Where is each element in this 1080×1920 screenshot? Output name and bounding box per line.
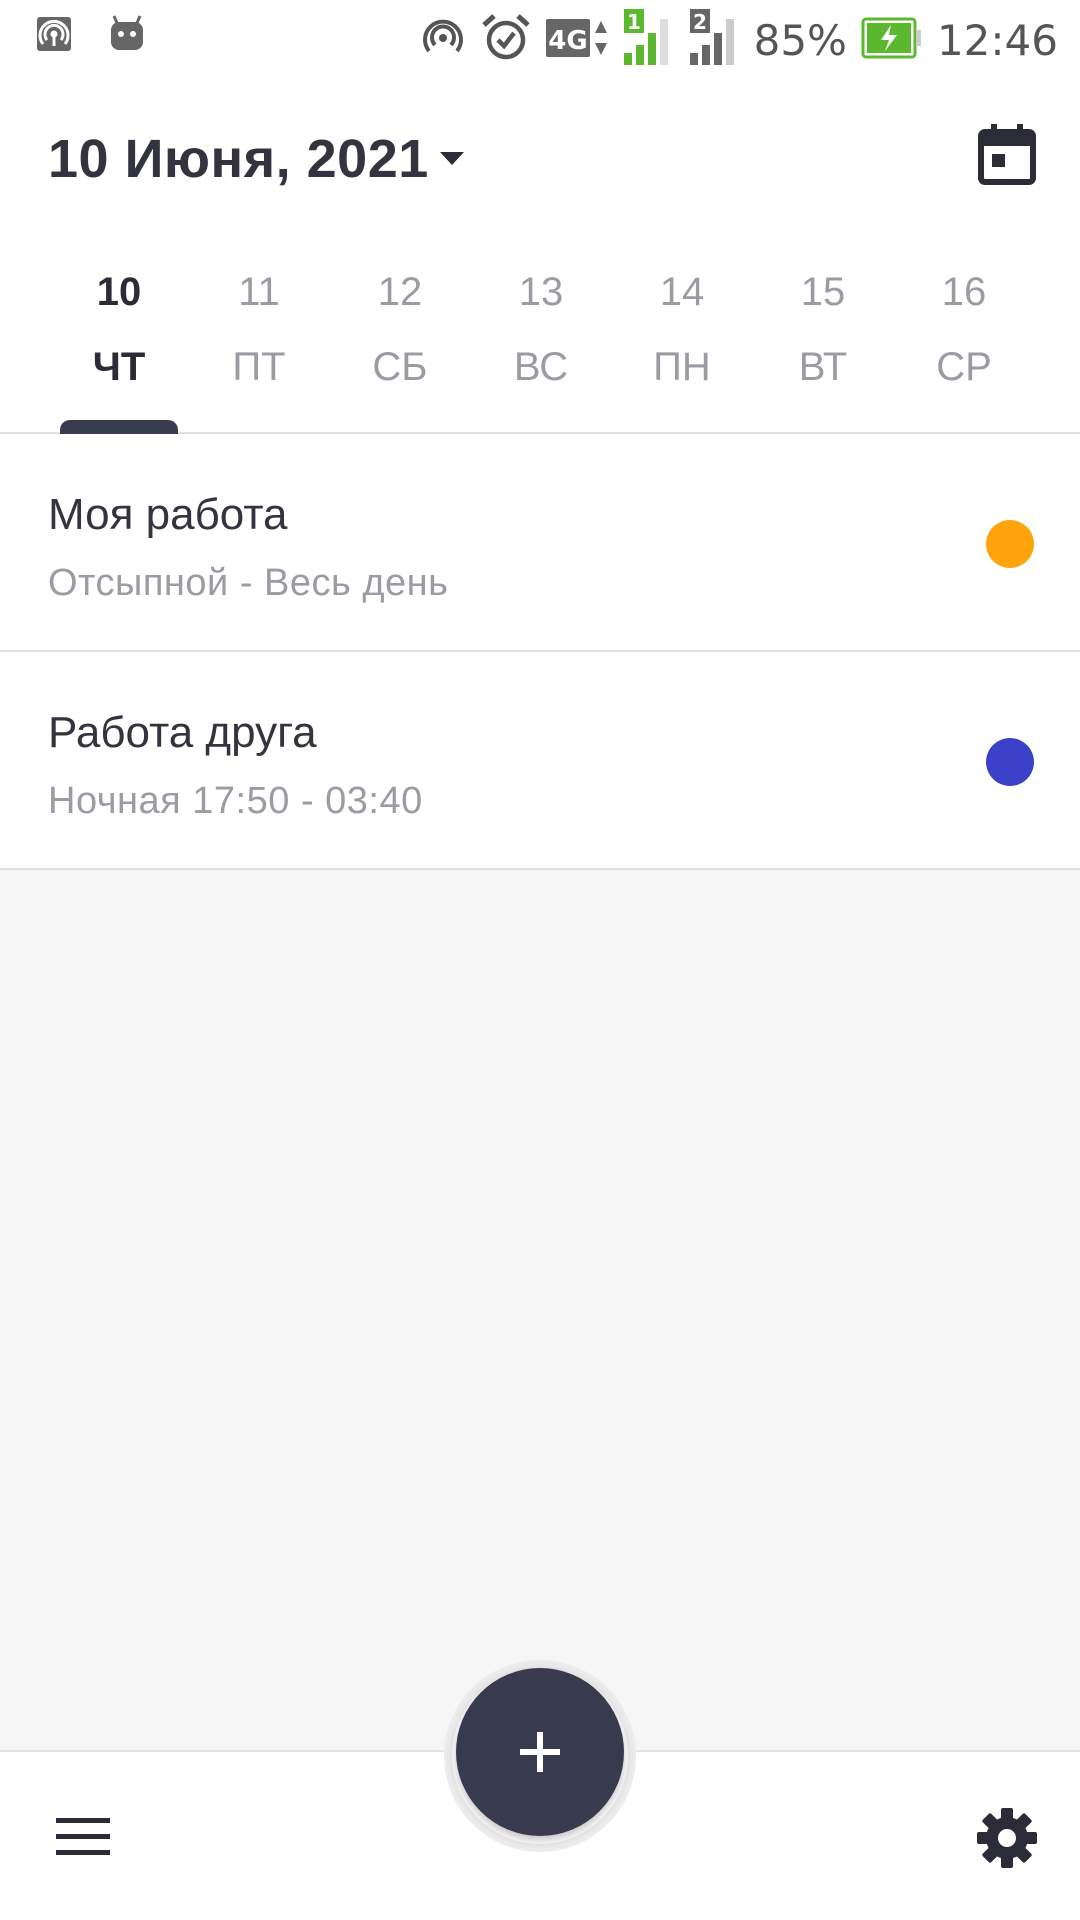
status-bar: 4G 1 2 85% 12:46 bbox=[0, 0, 1080, 80]
day-number: 15 bbox=[800, 270, 846, 314]
day-number: 10 bbox=[96, 270, 142, 314]
hamburger-menu-icon[interactable] bbox=[54, 1814, 112, 1860]
day-tab-12[interactable]: 12 СБ bbox=[340, 256, 460, 434]
svg-text:2: 2 bbox=[693, 10, 707, 34]
clock: 12:46 bbox=[936, 15, 1058, 65]
caret-down-icon[interactable] bbox=[440, 152, 464, 165]
day-tab-16[interactable]: 16 СР bbox=[904, 256, 1024, 434]
item-subtitle: Отсыпной - Весь день bbox=[48, 562, 449, 604]
list-item[interactable]: Моя работа Отсыпной - Весь день bbox=[0, 434, 1080, 652]
color-dot bbox=[986, 520, 1034, 568]
schedule-list: Моя работа Отсыпной - Весь день Работа д… bbox=[0, 434, 1080, 870]
day-weekday: ПТ bbox=[232, 345, 286, 389]
day-weekday: СР bbox=[936, 345, 992, 389]
battery-percent: 85% bbox=[753, 15, 847, 65]
day-number: 11 bbox=[238, 270, 280, 314]
battery-charging-icon bbox=[861, 17, 923, 64]
add-button[interactable] bbox=[456, 1668, 624, 1836]
4g-icon: 4G bbox=[545, 15, 608, 66]
gear-icon[interactable] bbox=[975, 1806, 1039, 1870]
day-tab-13[interactable]: 13 ВС bbox=[481, 256, 601, 434]
signal-sim1-icon: 1 bbox=[622, 8, 674, 72]
date-title[interactable]: 10 Июня, 2021 bbox=[48, 128, 429, 190]
svg-text:4G: 4G bbox=[548, 26, 587, 56]
day-number: 13 bbox=[518, 270, 564, 314]
android-icon bbox=[108, 14, 146, 59]
calendar-icon[interactable] bbox=[978, 122, 1036, 186]
day-tab-10[interactable]: 10 ЧТ bbox=[59, 256, 179, 434]
signal-sim2-icon: 2 bbox=[688, 8, 740, 72]
day-weekday: ЧТ bbox=[92, 345, 146, 389]
wireless-icon bbox=[420, 15, 466, 66]
day-number: 12 bbox=[377, 270, 423, 314]
day-weekday: ВС bbox=[513, 345, 569, 389]
day-weekday: ВТ bbox=[798, 345, 848, 389]
svg-text:1: 1 bbox=[627, 10, 641, 34]
header: 10 Июня, 2021 bbox=[0, 100, 1080, 220]
item-subtitle: Ночная 17:50 - 03:40 bbox=[48, 780, 423, 822]
plus-icon bbox=[520, 1732, 560, 1772]
day-tab-14[interactable]: 14 ПН bbox=[622, 256, 742, 434]
day-tab-11[interactable]: 11 ПТ bbox=[199, 256, 319, 434]
day-tab-15[interactable]: 15 ВТ bbox=[763, 256, 883, 434]
day-tabs: 10 ЧТ 11 ПТ 12 СБ 13 ВС 14 ПН 15 ВТ 16 С… bbox=[0, 256, 1080, 434]
color-dot bbox=[986, 738, 1034, 786]
hotspot-icon bbox=[36, 16, 72, 57]
list-item[interactable]: Работа друга Ночная 17:50 - 03:40 bbox=[0, 652, 1080, 870]
item-title: Моя работа bbox=[48, 490, 288, 539]
day-weekday: ПН bbox=[653, 345, 711, 389]
day-number: 16 bbox=[941, 270, 987, 314]
day-number: 14 bbox=[659, 270, 705, 314]
selected-tab-indicator bbox=[60, 420, 178, 434]
item-title: Работа друга bbox=[48, 708, 317, 757]
day-weekday: СБ bbox=[372, 345, 428, 389]
empty-area bbox=[0, 870, 1080, 1750]
alarm-icon bbox=[480, 13, 532, 68]
